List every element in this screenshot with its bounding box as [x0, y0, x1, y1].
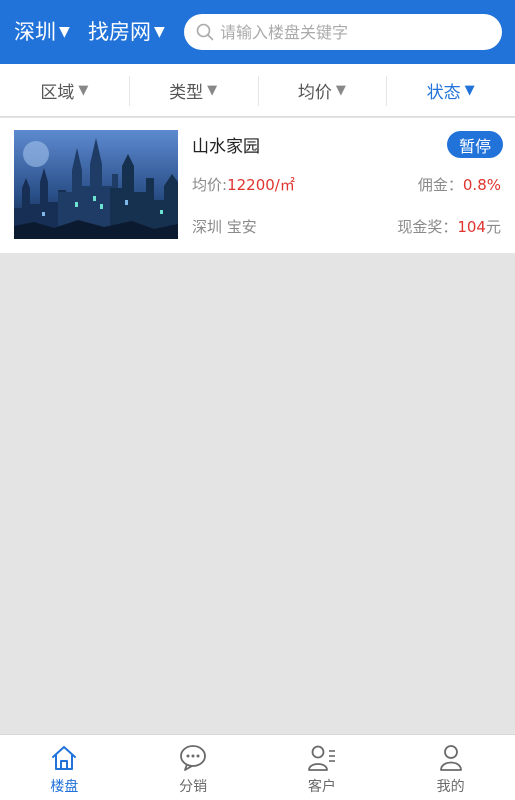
filter-bar: 区域 ▼ 类型 ▼ 均价 ▼ 状态 ▼ [0, 64, 515, 117]
filter-status[interactable]: 状态 ▼ [386, 64, 515, 116]
commission-value: 0.8% [462, 176, 501, 194]
filter-type[interactable]: 类型 ▼ [128, 64, 258, 116]
listing-name: 山水家园 [192, 137, 260, 157]
listing-price: 均价:12200/㎡ [192, 174, 295, 195]
filter-label: 状态 [426, 82, 461, 103]
person-icon [439, 745, 462, 771]
triangle-down-icon: ▼ [464, 82, 475, 98]
bottom-tab-bar: 楼盘 分销 客户 我的 [0, 734, 515, 800]
triangle-down-icon: ▼ [154, 24, 165, 40]
triangle-down-icon: ▼ [207, 82, 218, 98]
filter-label: 均价 [297, 82, 332, 103]
listing-cash-reward: 现金奖：104元 [397, 216, 501, 237]
top-bar: 深圳 ▼ 找房网 ▼ [0, 0, 515, 64]
site-label: 找房网 [88, 20, 151, 44]
tab-distribution[interactable]: 分销 [129, 735, 258, 800]
tab-label: 楼盘 [50, 779, 79, 795]
city-selector[interactable]: 深圳 ▼ [14, 17, 70, 47]
cash-value: 104 [457, 218, 486, 236]
cash-unit: 元 [485, 218, 501, 236]
triangle-down-icon: ▼ [335, 82, 346, 98]
customer-list-icon [307, 745, 335, 771]
triangle-down-icon: ▼ [78, 82, 89, 98]
search-input[interactable] [220, 22, 490, 42]
status-badge: 暂停 [447, 131, 503, 158]
home-icon [52, 746, 77, 770]
tab-label: 分销 [179, 779, 208, 795]
site-selector[interactable]: 找房网 ▼ [88, 17, 165, 47]
price-label: 均价: [192, 176, 228, 194]
filter-price[interactable]: 均价 ▼ [257, 64, 387, 116]
search-icon [196, 23, 214, 41]
tab-mine[interactable]: 我的 [386, 735, 515, 800]
filter-label: 区域 [40, 82, 75, 103]
tab-label: 客户 [307, 779, 336, 795]
tab-properties[interactable]: 楼盘 [0, 735, 129, 800]
tab-label: 我的 [436, 779, 465, 795]
filter-district[interactable]: 区域 ▼ [0, 64, 129, 116]
city-label: 深圳 [14, 20, 56, 44]
search-box[interactable] [184, 14, 502, 50]
listing-location: 深圳 宝安 [192, 218, 257, 236]
price-value: 12200/㎡ [227, 176, 295, 194]
tab-customers[interactable]: 客户 [258, 735, 387, 800]
filter-label: 类型 [169, 82, 204, 103]
cash-label: 现金奖： [397, 218, 458, 236]
listing-commission: 佣金：0.8% [418, 174, 501, 195]
commission-label: 佣金： [417, 176, 463, 194]
triangle-down-icon: ▼ [59, 24, 70, 40]
listing-thumbnail [14, 130, 178, 239]
chat-bubble-icon [180, 745, 207, 771]
